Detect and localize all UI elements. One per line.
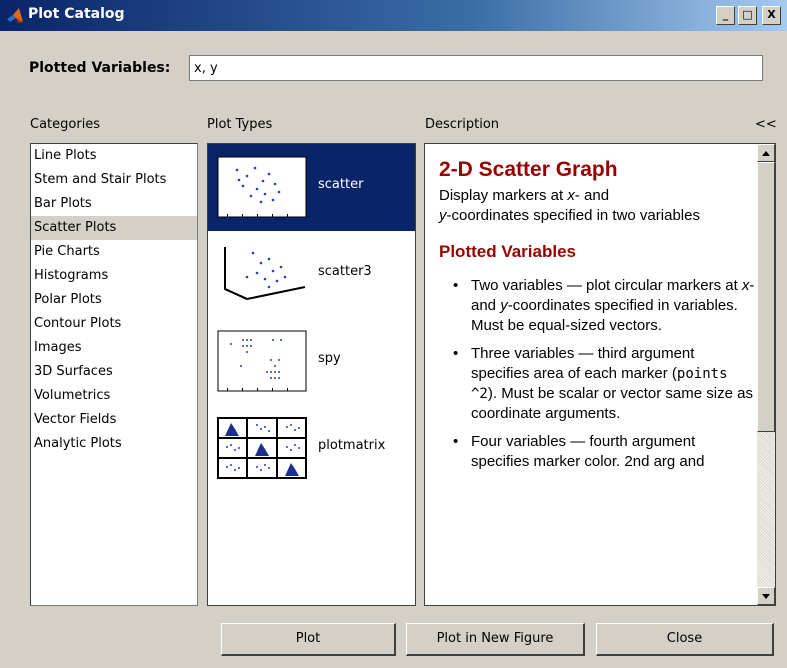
category-item[interactable]: Images bbox=[31, 336, 197, 360]
description-panel[interactable]: 2-D Scatter Graph Display markers at x- … bbox=[424, 143, 776, 606]
scroll-up-button[interactable] bbox=[757, 144, 775, 162]
collapse-description-button[interactable]: << bbox=[755, 117, 777, 132]
close-window-button[interactable]: X bbox=[762, 6, 781, 25]
plot-type-label: scatter bbox=[318, 177, 364, 192]
plot-type-plotmatrix[interactable]: plotmatrix bbox=[208, 405, 415, 492]
description-scrollbar[interactable] bbox=[757, 144, 775, 605]
category-item[interactable]: 3D Surfaces bbox=[31, 360, 197, 384]
window-title: Plot Catalog bbox=[28, 6, 125, 22]
category-item[interactable]: Stem and Stair Plots bbox=[31, 168, 197, 192]
category-item[interactable]: Pie Charts bbox=[31, 240, 197, 264]
title-bar[interactable]: Plot Catalog _ □ X bbox=[0, 0, 787, 31]
categories-list[interactable]: Line Plots Stem and Stair Plots Bar Plot… bbox=[30, 143, 198, 606]
minimize-button[interactable]: _ bbox=[716, 6, 735, 25]
category-item-selected[interactable]: Scatter Plots bbox=[31, 216, 197, 240]
scroll-down-button[interactable] bbox=[757, 587, 775, 605]
plot-in-new-figure-button[interactable]: Plot in New Figure bbox=[406, 623, 585, 656]
plot-types-list[interactable]: scatter scatter3 spy plotmatrix bbox=[207, 143, 416, 606]
description-summary: Display markers at x- and y-coordinates s… bbox=[439, 187, 700, 224]
plot-type-scatter[interactable]: scatter bbox=[208, 144, 415, 231]
matlab-logo-icon bbox=[7, 8, 23, 23]
description-heading: Description bbox=[425, 117, 500, 132]
category-item[interactable]: Contour Plots bbox=[31, 312, 197, 336]
maximize-button[interactable]: □ bbox=[738, 6, 757, 25]
category-item[interactable]: Volumetrics bbox=[31, 384, 197, 408]
categories-heading: Categories bbox=[30, 117, 101, 132]
scatter-thumbnail-icon bbox=[217, 156, 307, 218]
plotmatrix-thumbnail-icon bbox=[217, 417, 307, 479]
plot-catalog-window: Plot Catalog _ □ X Plotted Variables: Ca… bbox=[0, 0, 787, 668]
bullet-three-variables: Three variables — third argument specifi… bbox=[439, 344, 755, 424]
arrow-up-icon bbox=[762, 151, 770, 156]
category-item[interactable]: Polar Plots bbox=[31, 288, 197, 312]
plotted-variables-section-heading: Plotted Variables bbox=[439, 242, 576, 261]
plotted-variables-input[interactable] bbox=[189, 55, 763, 81]
plotted-variables-label: Plotted Variables: bbox=[29, 60, 171, 76]
plot-type-spy[interactable]: spy bbox=[208, 318, 415, 405]
plot-types-heading: Plot Types bbox=[207, 117, 273, 132]
bullet-four-variables: Four variables — fourth argument specifi… bbox=[439, 432, 755, 472]
arrow-down-icon bbox=[762, 594, 770, 599]
description-title: 2-D Scatter Graph bbox=[439, 158, 618, 181]
description-bullets: Two variables — plot circular markers at… bbox=[439, 276, 755, 472]
scatter3-thumbnail-icon bbox=[224, 247, 306, 301]
plot-type-scatter3[interactable]: scatter3 bbox=[208, 231, 415, 318]
close-button[interactable]: Close bbox=[596, 623, 774, 656]
category-item[interactable]: Analytic Plots bbox=[31, 432, 197, 456]
plot-type-label: plotmatrix bbox=[318, 438, 386, 453]
category-item[interactable]: Line Plots bbox=[31, 144, 197, 168]
spy-thumbnail-icon bbox=[217, 330, 307, 392]
description-content: 2-D Scatter Graph Display markers at x- … bbox=[439, 158, 755, 480]
plot-button[interactable]: Plot bbox=[221, 623, 396, 656]
scrollbar-thumb[interactable] bbox=[757, 162, 775, 432]
category-item[interactable]: Bar Plots bbox=[31, 192, 197, 216]
category-item[interactable]: Vector Fields bbox=[31, 408, 197, 432]
plot-type-label: scatter3 bbox=[318, 264, 372, 279]
bullet-two-variables: Two variables — plot circular markers at… bbox=[439, 276, 755, 336]
plot-type-label: spy bbox=[318, 351, 341, 366]
category-item[interactable]: Histograms bbox=[31, 264, 197, 288]
